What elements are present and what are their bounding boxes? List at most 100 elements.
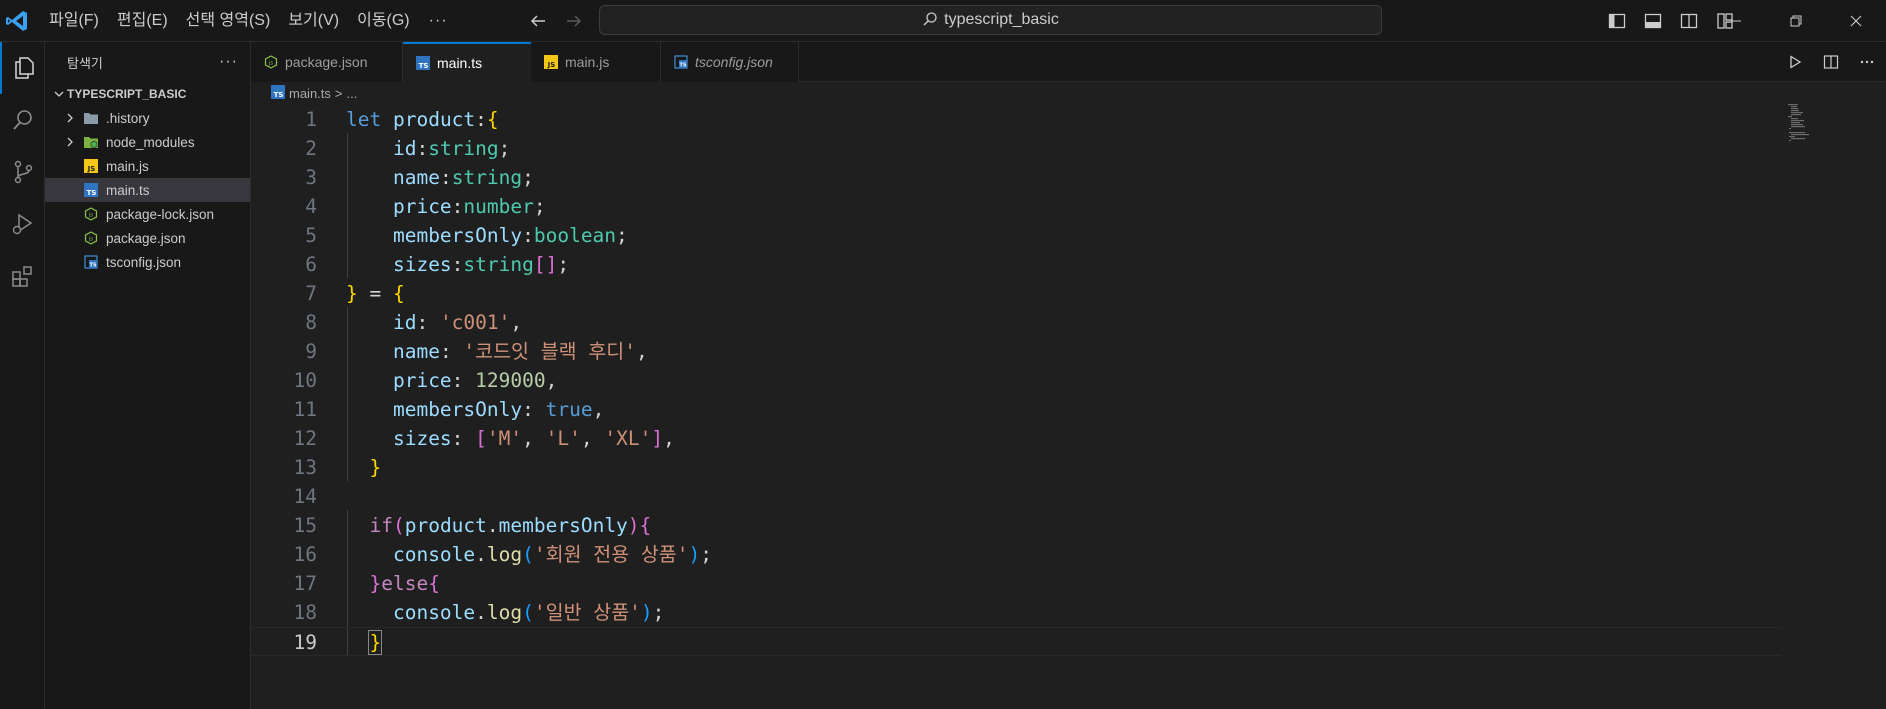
code-token: product bbox=[404, 514, 487, 537]
svg-text:TS: TS bbox=[679, 63, 686, 69]
code-line[interactable]: 19 } bbox=[251, 627, 1781, 656]
code-token: name bbox=[392, 166, 440, 189]
code-line[interactable]: 15 if(product.membersOnly){ bbox=[251, 511, 1781, 540]
svg-text:TS: TS bbox=[87, 189, 97, 197]
svg-text:js: js bbox=[88, 237, 93, 243]
minimize-icon[interactable] bbox=[1706, 0, 1766, 42]
toggle-secondary-sidebar-icon[interactable] bbox=[1676, 8, 1702, 34]
npm-json-icon: js bbox=[263, 54, 279, 70]
tree-item-package-lock-json[interactable]: js package-lock.json bbox=[45, 202, 250, 226]
tree-item-history[interactable]: .history bbox=[45, 106, 250, 130]
tree-item-label: tsconfig.json bbox=[106, 254, 182, 270]
tree-item-node-modules[interactable]: node_modules bbox=[45, 130, 250, 154]
code-token: sizes bbox=[392, 427, 452, 450]
close-window-icon[interactable] bbox=[1826, 0, 1886, 42]
code-line[interactable]: 17 }else{ bbox=[251, 569, 1781, 598]
code-line[interactable]: 11 membersOnly: true, bbox=[251, 395, 1781, 424]
code-line[interactable]: 18 console.log('일반 상품'); bbox=[251, 598, 1781, 627]
code-line[interactable]: 7} = { bbox=[251, 279, 1781, 308]
breadcrumb-file[interactable]: main.ts bbox=[289, 86, 331, 101]
code-token: membersOnly bbox=[498, 514, 628, 537]
search-icon[interactable] bbox=[0, 94, 45, 146]
tree-item-main-ts[interactable]: TS main.ts bbox=[45, 178, 250, 202]
code-text: } bbox=[346, 628, 383, 657]
code-token: ( bbox=[522, 601, 534, 624]
line-number: 1 bbox=[305, 108, 317, 131]
ts-file-icon: TS bbox=[271, 84, 285, 102]
code-token: { bbox=[639, 514, 652, 537]
line-number: 10 bbox=[293, 369, 317, 392]
code-text: } bbox=[346, 453, 381, 482]
sidebar-more-button[interactable]: ··· bbox=[219, 53, 238, 71]
menu-file[interactable]: 파일(F) bbox=[40, 6, 108, 36]
code-token: sizes bbox=[392, 253, 452, 276]
explorer-icon[interactable] bbox=[0, 42, 45, 94]
workspace-folder[interactable]: TYPESCRIPT_BASIC bbox=[45, 82, 250, 106]
code-token: } bbox=[369, 572, 382, 595]
code-line[interactable]: 13 } bbox=[251, 453, 1781, 482]
menu-go[interactable]: 이동(G) bbox=[348, 6, 419, 36]
code-token: ; bbox=[557, 253, 570, 276]
code-line[interactable]: 4 price:number; bbox=[251, 192, 1781, 221]
source-control-icon[interactable] bbox=[0, 146, 45, 198]
tree-item-label: main.ts bbox=[106, 182, 150, 198]
tree-item-tsconfig-json[interactable]: TS tsconfig.json bbox=[45, 250, 250, 274]
code-token: id bbox=[392, 137, 417, 160]
split-editor-icon[interactable] bbox=[1818, 50, 1844, 74]
tsconfig-file-icon: TS bbox=[673, 54, 689, 70]
code-token: [] bbox=[533, 253, 558, 276]
menu-view[interactable]: 보기(V) bbox=[279, 6, 348, 36]
search-icon bbox=[922, 11, 938, 30]
code-line[interactable]: 5 membersOnly:boolean; bbox=[251, 221, 1781, 250]
tab-tsconfig-json[interactable]: TS tsconfig.json bbox=[661, 42, 799, 82]
toggle-primary-sidebar-icon[interactable] bbox=[1604, 8, 1630, 34]
tree-item-label: main.js bbox=[106, 158, 149, 174]
menu-more-button[interactable]: ··· bbox=[419, 12, 458, 30]
code-line[interactable]: 2 id:string; bbox=[251, 134, 1781, 163]
sidebar-title: 탐색기 bbox=[67, 55, 103, 71]
code-line[interactable]: 14 bbox=[251, 482, 1781, 511]
tab-label: main.ts bbox=[437, 55, 483, 71]
code-line[interactable]: 1 let product:{ bbox=[251, 105, 1781, 134]
code-line[interactable]: 3 name:string; bbox=[251, 163, 1781, 192]
tree-item-package-json[interactable]: js package.json bbox=[45, 226, 250, 250]
code-line[interactable]: 10 price: 129000, bbox=[251, 366, 1781, 395]
code-token: console bbox=[392, 543, 476, 566]
toggle-panel-icon[interactable] bbox=[1640, 8, 1666, 34]
code-line[interactable]: 9 name: '코드잇 블랙 후디', bbox=[251, 337, 1781, 366]
code-line[interactable]: 16 console.log('회원 전용 상품'); bbox=[251, 540, 1781, 569]
menu-selection[interactable]: 선택 영역(S) bbox=[177, 6, 280, 36]
tab-label: main.js bbox=[565, 54, 610, 70]
code-line[interactable]: 8 id: 'c001', bbox=[251, 308, 1781, 337]
code-text: id:string; bbox=[346, 134, 510, 163]
tab-package-json[interactable]: js package.json bbox=[251, 42, 403, 82]
svg-text:js: js bbox=[268, 61, 273, 67]
tree-item-main-js[interactable]: JS main.js bbox=[45, 154, 250, 178]
code-editor[interactable]: 1 let product:{2 id:string; 3 name:string;… bbox=[251, 104, 1886, 709]
back-arrow-icon[interactable] bbox=[525, 8, 551, 34]
tab-main-js[interactable]: JS main.js bbox=[531, 42, 661, 82]
run-icon[interactable] bbox=[1782, 50, 1808, 74]
code-token: '회원 전용 상품' bbox=[533, 543, 689, 566]
code-token: log bbox=[486, 601, 523, 624]
code-line[interactable]: 6 sizes:string[]; bbox=[251, 250, 1781, 279]
code-token: { bbox=[428, 572, 440, 595]
minimap[interactable] bbox=[1788, 104, 1828, 144]
breadcrumb-symbols[interactable]: ... bbox=[347, 86, 358, 101]
restore-icon[interactable] bbox=[1766, 0, 1826, 42]
code-line[interactable]: 12 sizes: ['M', 'L', 'XL'], bbox=[251, 424, 1781, 453]
forward-arrow-icon[interactable] bbox=[561, 8, 587, 34]
search-text: typescript_basic bbox=[944, 11, 1059, 28]
more-actions-icon[interactable] bbox=[1854, 50, 1880, 74]
command-center-search[interactable]: typescript_basic bbox=[599, 5, 1382, 35]
run-debug-icon[interactable] bbox=[0, 198, 45, 250]
code-text: }else{ bbox=[346, 569, 440, 598]
line-number: 2 bbox=[305, 137, 317, 160]
svg-text:JS: JS bbox=[547, 61, 556, 69]
vscode-logo-icon bbox=[4, 8, 30, 34]
menu-edit[interactable]: 편집(E) bbox=[108, 6, 177, 36]
activity-bar bbox=[0, 42, 45, 709]
extensions-icon[interactable] bbox=[0, 250, 45, 302]
code-token: number bbox=[463, 195, 534, 218]
